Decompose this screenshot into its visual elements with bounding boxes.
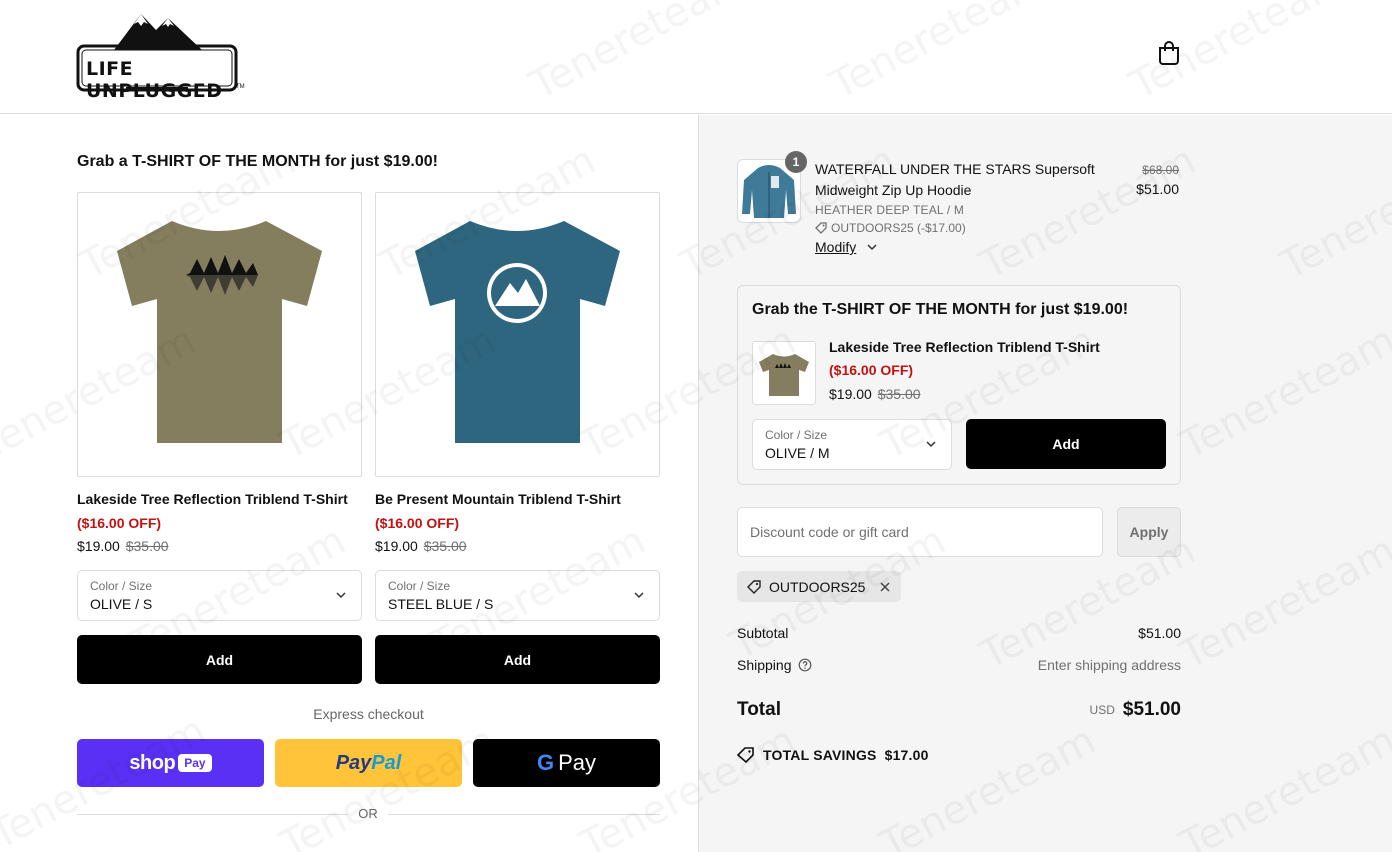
google-g-icon: G <box>536 750 555 775</box>
order-upsell-heading: Grab the T-SHIRT OF THE MONTH for just $… <box>752 301 1129 318</box>
product-image <box>375 192 660 477</box>
applied-code: OUTDOORS25 <box>769 578 866 595</box>
help-circle-icon[interactable] <box>798 658 812 672</box>
discount-amount: ($16.00 OFF) <box>375 515 460 531</box>
discount-code-input[interactable]: Discount code or gift card <box>737 507 1103 557</box>
upsell-product-title: Lakeside Tree Reflection Triblend T-Shir… <box>829 339 1100 355</box>
modify-link[interactable]: Modify <box>815 239 878 255</box>
applied-discount-chip: OUTDOORS25 <box>737 571 902 602</box>
discount-amount: ($16.00 OFF) <box>77 515 162 531</box>
tshirt-olive-icon <box>759 354 809 396</box>
price-row: $19.00 $35.00 <box>375 538 660 554</box>
total-savings: TOTAL SAVINGS $17.00 <box>737 747 929 763</box>
checkout-main: Grab a T-SHIRT OF THE MONTH for just $19… <box>0 115 698 852</box>
select-value: OLIVE / S <box>90 596 153 612</box>
variant-select[interactable]: Color / Size STEEL BLUE / S <box>375 570 660 621</box>
upsell-discount: ($16.00 OFF) <box>829 362 914 378</box>
total-label: Total <box>737 699 781 720</box>
line-item-discount: OUTDOORS25 (-$17.00) <box>815 221 966 235</box>
line-item-price: $51.00 <box>1136 181 1179 197</box>
chevron-down-icon <box>926 441 936 448</box>
chevron-down-icon <box>336 592 346 599</box>
select-label: Color / Size <box>388 579 451 593</box>
line-item-variant: HEATHER DEEP TEAL / M <box>815 203 965 217</box>
total-amount: $51.00 <box>1122 699 1181 720</box>
tag-icon <box>747 579 761 594</box>
savings-tag-icon <box>737 747 754 763</box>
add-button[interactable]: Add <box>375 635 660 684</box>
product-title: Be Present Mountain Triblend T-Shirt <box>375 491 621 507</box>
express-checkout-label: Express checkout <box>313 706 424 722</box>
product-title: Lakeside Tree Reflection Triblend T-Shir… <box>77 491 348 507</box>
savings-label: TOTAL SAVINGS <box>763 747 877 763</box>
google-pay-wordmark: Pay <box>558 750 597 775</box>
shipping-label: Shipping <box>737 657 792 673</box>
upsell-price-row: $19.00 $35.00 <box>829 386 921 402</box>
modify-label: Modify <box>815 239 857 255</box>
google-pay-button[interactable]: G Pay <box>473 739 660 787</box>
upsell-product-image <box>752 341 816 405</box>
add-button[interactable]: Add <box>77 635 362 684</box>
close-icon[interactable] <box>879 581 891 593</box>
paypal-wordmark-pal: Pal <box>371 751 402 774</box>
apply-button[interactable]: Apply <box>1117 507 1181 557</box>
brand-logo[interactable]: LIFE UNPLUGGED TM <box>76 12 246 102</box>
select-value: STEEL BLUE / S <box>388 596 494 612</box>
order-upsell-box: Grab the T-SHIRT OF THE MONTH for just $… <box>737 285 1181 485</box>
brand-name: LIFE UNPLUGGED <box>86 58 223 102</box>
shopping-bag-icon[interactable] <box>1157 40 1181 66</box>
select-label: Color / Size <box>90 579 153 593</box>
line-item-title: WATERFALL UNDER THE STARS Supersoft Midw… <box>815 161 1095 198</box>
chevron-down-icon <box>634 592 644 599</box>
tshirt-olive-icon <box>117 221 322 443</box>
chevron-down-icon <box>867 244 877 251</box>
upsell-heading: Grab a T-SHIRT OF THE MONTH for just $19… <box>77 153 438 170</box>
upsell-product-card: Lakeside Tree Reflection Triblend T-Shir… <box>77 192 362 684</box>
shop-pay-button[interactable]: shop Pay <box>77 739 264 787</box>
add-button[interactable]: Add <box>966 419 1166 469</box>
tag-icon <box>815 222 827 234</box>
line-item-discount-text: OUTDOORS25 (-$17.00) <box>831 221 966 235</box>
select-value: OLIVE / M <box>765 445 830 461</box>
subtotal-value: $51.00 <box>1138 625 1181 641</box>
savings-value: $17.00 <box>884 747 929 763</box>
variant-select[interactable]: Color / Size OLIVE / M <box>752 419 952 470</box>
variant-select[interactable]: Color / Size OLIVE / S <box>77 570 362 621</box>
trademark: TM <box>236 84 245 90</box>
tshirt-steel-blue-icon <box>415 221 620 443</box>
shipping-label-group: Shipping <box>737 657 812 673</box>
quantity-badge: 1 <box>785 151 807 173</box>
shipping-value: Enter shipping address <box>1037 657 1181 673</box>
compare-at-price: $35.00 <box>125 538 169 554</box>
sale-price: $19.00 <box>829 386 872 402</box>
paypal-button[interactable]: Pay Pal <box>275 739 462 787</box>
total-value-group: USD $51.00 <box>1090 699 1181 721</box>
shop-pay-wordmark: shop <box>129 751 176 774</box>
price-row: $19.00 $35.00 <box>77 538 362 554</box>
select-label: Color / Size <box>765 428 828 442</box>
subtotal-row: Subtotal $51.00 <box>737 625 1181 641</box>
or-divider-label: OR <box>348 806 388 821</box>
site-header: LIFE UNPLUGGED TM <box>0 0 1392 114</box>
total-row: Total USD $51.00 <box>737 699 1181 721</box>
shipping-row: Shipping Enter shipping address <box>737 657 1181 673</box>
subtotal-label: Subtotal <box>737 625 789 641</box>
line-item-compare-at: $68.00 <box>1142 163 1179 177</box>
compare-at-price: $35.00 <box>877 386 921 402</box>
upsell-product-card: Be Present Mountain Triblend T-Shirt ($1… <box>375 192 660 684</box>
product-image <box>77 192 362 477</box>
compare-at-price: $35.00 <box>423 538 467 554</box>
sale-price: $19.00 <box>77 538 120 554</box>
paypal-wordmark-pay: Pay <box>335 751 372 774</box>
shop-pay-badge: Pay <box>178 754 212 772</box>
currency-code: USD <box>1089 703 1115 717</box>
order-summary: 1 WATERFALL UNDER THE STARS Supersoft Mi… <box>698 115 1392 852</box>
sale-price: $19.00 <box>375 538 418 554</box>
